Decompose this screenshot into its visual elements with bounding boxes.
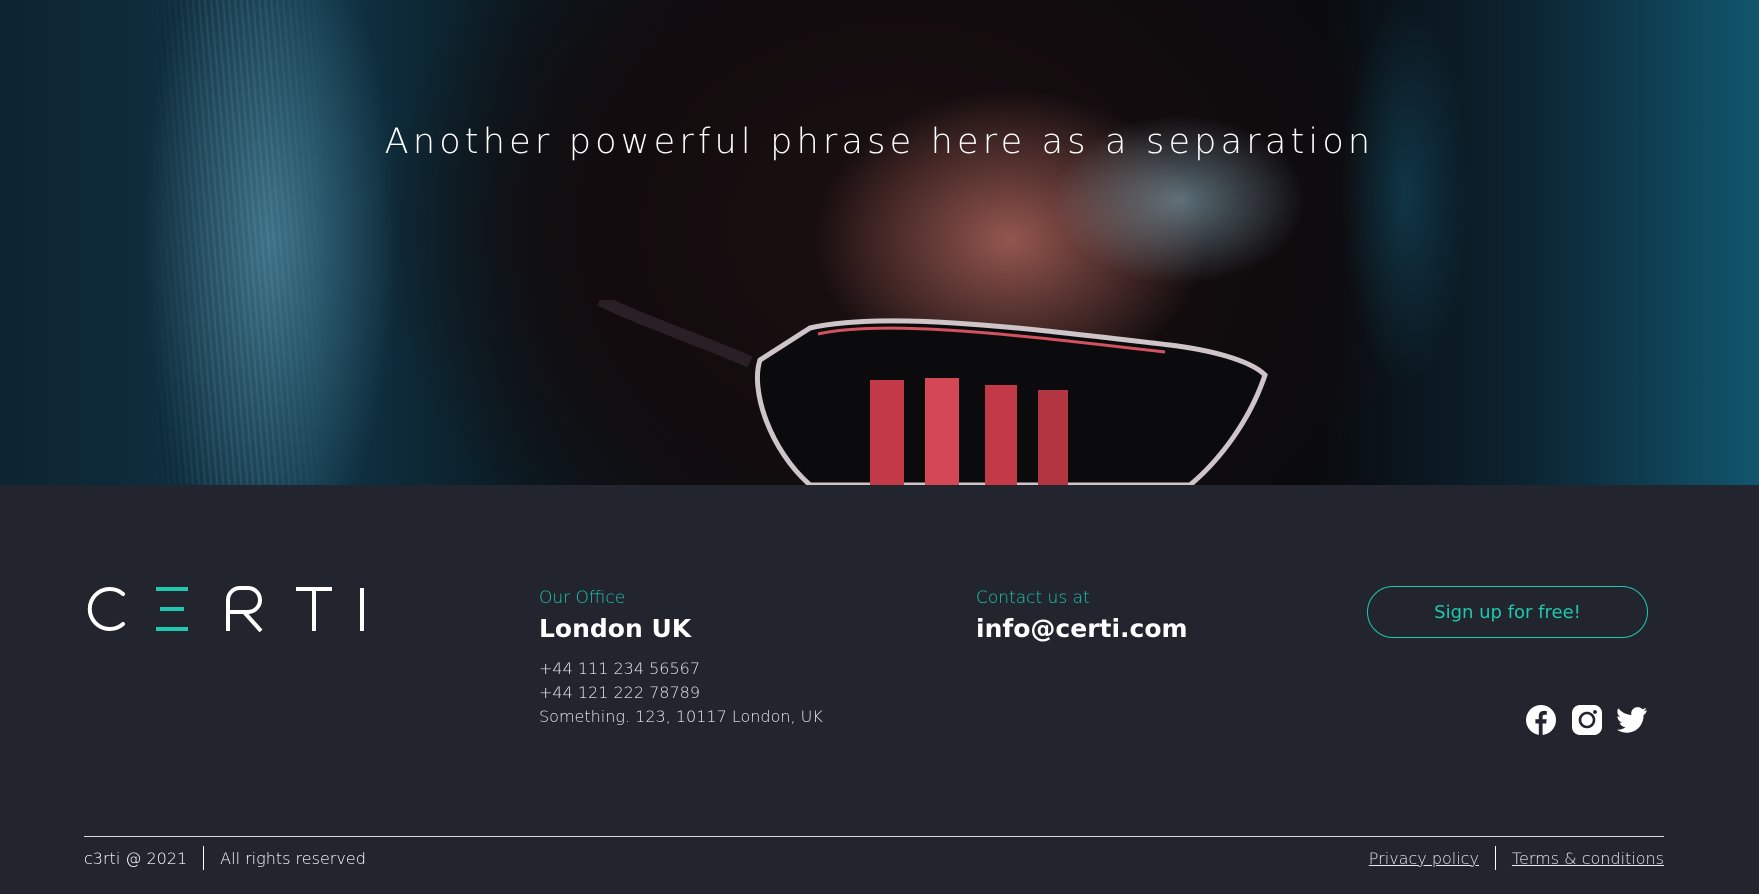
rights-text: All rights reserved <box>220 848 366 868</box>
facebook-icon[interactable] <box>1526 705 1556 735</box>
vertical-divider <box>1494 846 1496 870</box>
legal-links: Privacy policy Terms & conditions <box>1369 846 1664 870</box>
copyright-group: c3rti @ 2021 All rights reserved <box>84 846 366 870</box>
contact-email-link[interactable]: info@certi.com <box>976 614 1188 643</box>
office-section: Our Office London UK +44 111 234 56567 +… <box>539 588 823 729</box>
contact-section: Contact us at info@certi.com <box>976 588 1188 643</box>
contact-label: Contact us at <box>976 588 1090 608</box>
site-footer <box>0 485 1759 894</box>
hero-phrase: Another powerful phrase here as a separa… <box>384 122 1375 162</box>
privacy-policy-link[interactable]: Privacy policy <box>1369 849 1479 868</box>
hero-hair-highlight <box>150 0 330 485</box>
office-label: Our Office <box>539 588 626 608</box>
office-city: London UK <box>539 614 692 643</box>
signup-button[interactable]: Sign up for free! <box>1367 586 1648 638</box>
instagram-icon[interactable] <box>1572 705 1602 735</box>
vertical-divider <box>203 846 205 870</box>
certi-logo[interactable] <box>84 586 366 632</box>
office-phone-1[interactable]: +44 111 234 56567 <box>539 657 823 681</box>
office-phone-2[interactable]: +44 121 222 78789 <box>539 681 823 705</box>
footer-divider <box>84 836 1664 837</box>
terms-conditions-link[interactable]: Terms & conditions <box>1512 849 1664 868</box>
hero-banner: Another powerful phrase here as a separa… <box>0 0 1759 485</box>
twitter-icon[interactable] <box>1617 705 1647 735</box>
office-address: Something. 123, 10117 London, UK <box>539 707 823 726</box>
copyright-text: c3rti @ 2021 <box>84 848 188 868</box>
hero-sunglasses-image <box>597 300 1268 485</box>
